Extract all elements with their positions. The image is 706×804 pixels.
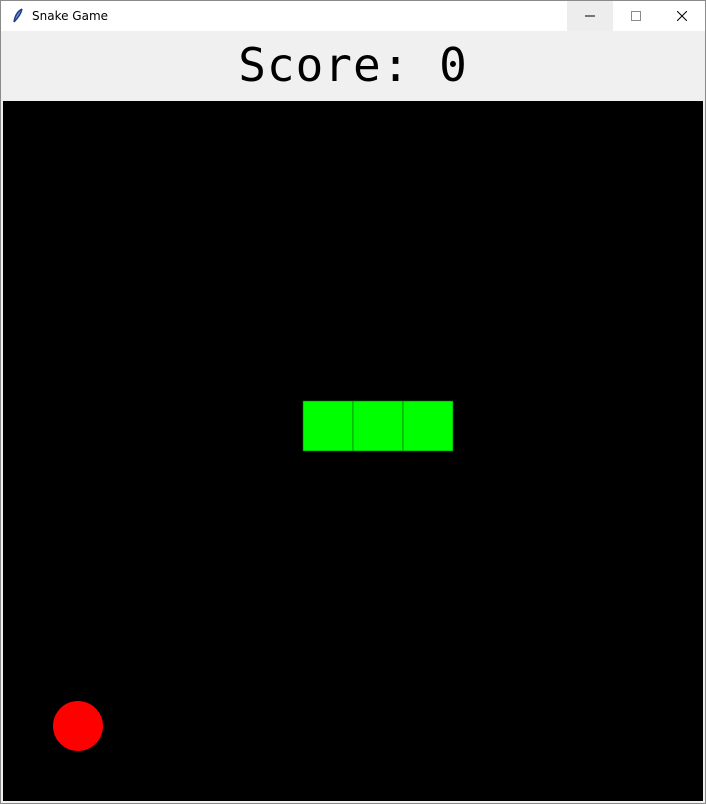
score-label: Score: 0 xyxy=(238,38,468,92)
food-apple xyxy=(53,701,103,751)
snake-segment xyxy=(352,400,404,452)
game-canvas xyxy=(3,101,703,801)
maximize-icon xyxy=(631,11,641,21)
close-button[interactable] xyxy=(659,1,705,31)
feather-icon xyxy=(10,8,26,24)
game-board[interactable] xyxy=(3,101,703,801)
minimize-button[interactable] xyxy=(567,1,613,31)
window-controls xyxy=(567,1,705,31)
window-title: Snake Game xyxy=(32,9,109,23)
minimize-icon xyxy=(585,15,595,17)
score-bar: Score: 0 xyxy=(1,31,705,101)
snake-segment xyxy=(402,400,454,452)
title-bar[interactable]: Snake Game xyxy=(1,1,705,31)
close-icon xyxy=(677,11,687,21)
maximize-button[interactable] xyxy=(613,1,659,31)
snake-segment xyxy=(302,400,354,452)
game-window: Snake Game Score: 0 xyxy=(0,0,706,804)
